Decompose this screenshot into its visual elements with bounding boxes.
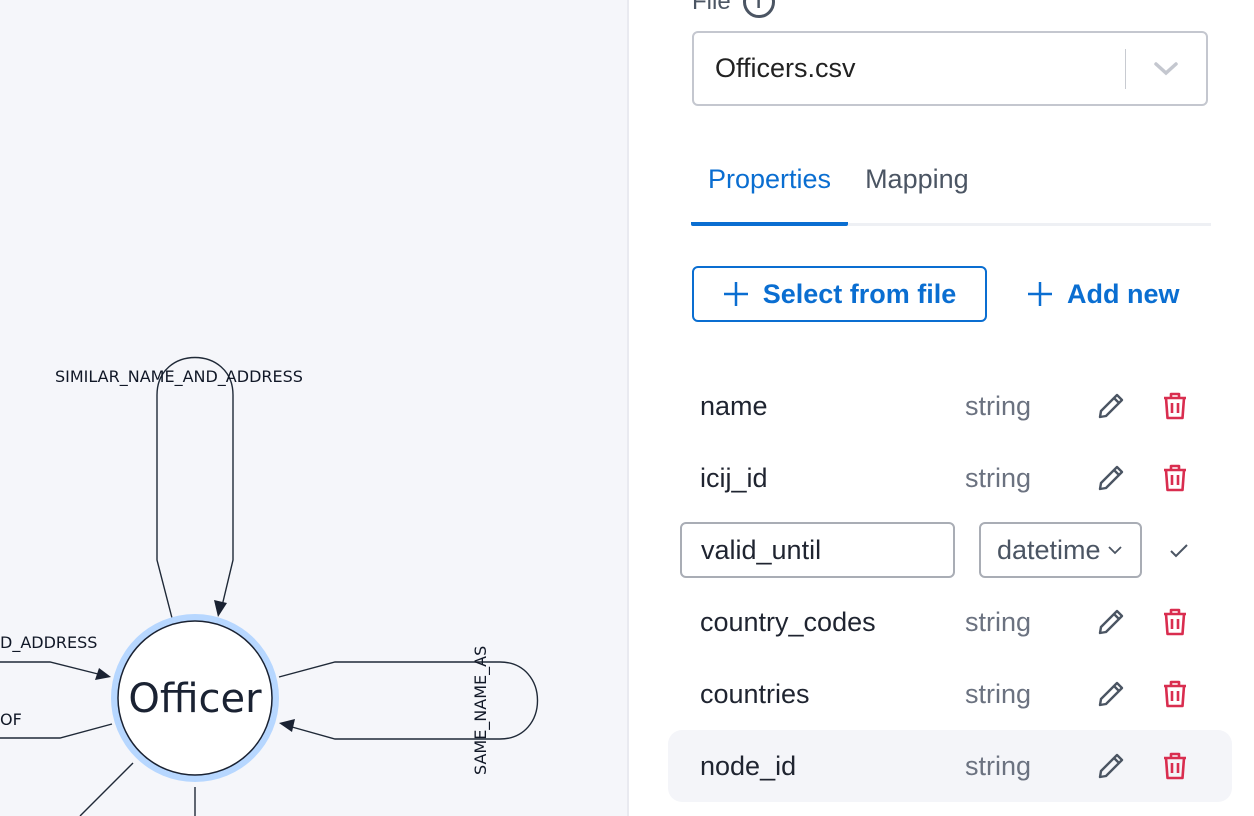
arrowhead-icon xyxy=(95,668,111,680)
chevron-down-icon[interactable] xyxy=(1126,61,1206,77)
file-select-value: Officers.csv xyxy=(715,53,856,83)
file-label-row: File i xyxy=(692,0,775,18)
trash-icon[interactable] xyxy=(1159,462,1191,494)
edge-similar-name-and-address[interactable] xyxy=(156,356,234,619)
properties-panel: File i Officers.csv Properties Mapping S… xyxy=(629,0,1254,816)
pencil-icon[interactable] xyxy=(1095,750,1127,782)
tab-properties[interactable]: Properties xyxy=(691,150,849,226)
trash-icon[interactable] xyxy=(1159,750,1191,782)
tab-bar: Properties Mapping xyxy=(691,150,1211,226)
pencil-icon[interactable] xyxy=(1095,606,1127,638)
plus-icon xyxy=(723,282,748,306)
trash-icon[interactable] xyxy=(1159,606,1191,638)
pencil-icon[interactable] xyxy=(1095,390,1127,422)
property-row: countries string xyxy=(668,658,1232,730)
check-icon[interactable] xyxy=(1165,537,1193,565)
select-from-file-label: Select from file xyxy=(762,278,957,309)
add-new-button[interactable]: Add new xyxy=(1027,266,1180,322)
file-label: File xyxy=(692,0,731,15)
property-name: name xyxy=(700,390,768,421)
chevron-down-icon xyxy=(1107,546,1122,555)
arrowhead-icon xyxy=(279,719,295,732)
graph-svg[interactable]: SIMILAR_NAME_AND_ADDRESS SAME_NAME_AS D_… xyxy=(0,0,627,816)
pencil-icon[interactable] xyxy=(1095,462,1127,494)
property-name-input[interactable]: valid_until xyxy=(680,522,955,578)
file-select[interactable]: Officers.csv xyxy=(692,31,1208,106)
pencil-icon[interactable] xyxy=(1095,678,1127,710)
edge-left-incoming[interactable] xyxy=(0,661,99,675)
select-from-file-button[interactable]: Select from file xyxy=(692,266,987,322)
property-type: string xyxy=(965,462,1032,493)
property-name: node_id xyxy=(700,750,797,781)
info-icon[interactable]: i xyxy=(742,0,775,18)
property-type-select-value: datetime xyxy=(997,534,1101,565)
property-type: string xyxy=(965,390,1032,421)
property-name-input-value: valid_until xyxy=(701,534,822,565)
property-row: country_codes string xyxy=(668,586,1232,658)
property-type: string xyxy=(965,678,1032,709)
trash-icon[interactable] xyxy=(1159,678,1191,710)
arrowhead-icon xyxy=(214,600,227,617)
property-row[interactable]: node_id string xyxy=(668,730,1232,802)
edge-same-name-as[interactable] xyxy=(278,661,539,740)
add-new-label: Add new xyxy=(1067,278,1180,309)
tab-mapping[interactable]: Mapping xyxy=(848,150,986,226)
property-row: icij_id string xyxy=(668,442,1232,514)
edge-label-similar-name-and-address[interactable]: SIMILAR_NAME_AND_ADDRESS xyxy=(55,367,303,387)
edge-label-same-name-as[interactable]: SAME_NAME_AS xyxy=(471,646,491,775)
property-name: icij_id xyxy=(700,462,768,493)
property-name: country_codes xyxy=(700,606,876,637)
property-name: countries xyxy=(700,678,810,709)
property-type: string xyxy=(965,750,1032,781)
edge-label-of[interactable]: OF xyxy=(0,710,22,729)
node-label: Officer xyxy=(128,676,262,722)
property-type-select[interactable]: datetime xyxy=(979,522,1142,578)
graph-canvas[interactable]: SIMILAR_NAME_AND_ADDRESS SAME_NAME_AS D_… xyxy=(0,0,627,816)
edge-lower-left[interactable] xyxy=(79,762,134,816)
plus-icon xyxy=(1028,282,1052,306)
trash-icon[interactable] xyxy=(1159,390,1191,422)
property-row: name string xyxy=(668,370,1232,442)
edge-label-address[interactable]: D_ADDRESS xyxy=(0,633,97,653)
property-type: string xyxy=(965,606,1032,637)
